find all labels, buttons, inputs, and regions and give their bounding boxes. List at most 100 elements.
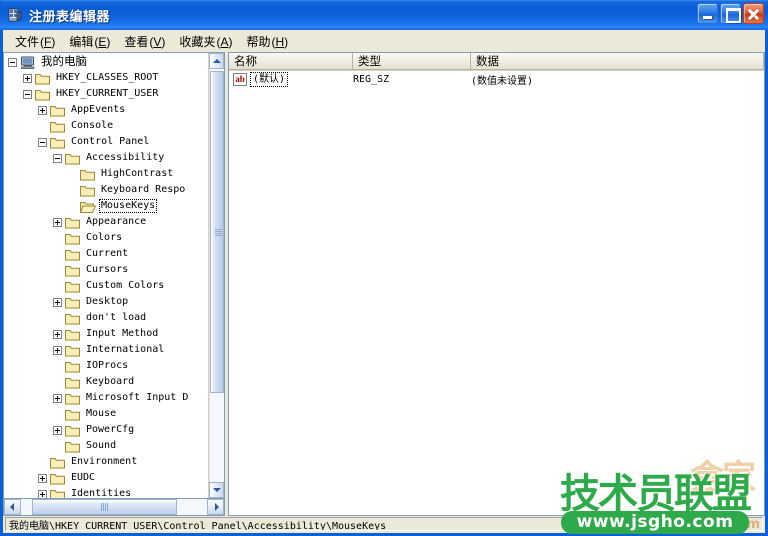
registry-editor-window: 注册表编辑器 文件(F) 编辑(E) 查看(V) 收藏夹(A) 帮助(H) 我的… (0, 0, 768, 536)
close-button[interactable] (743, 3, 764, 24)
vertical-scroll-track[interactable] (209, 69, 224, 482)
table-row[interactable]: ab (默认) REG_SZ (数值未设置) (229, 71, 764, 88)
tree-node-label: Appearance (86, 216, 147, 227)
scroll-up-button[interactable] (209, 53, 224, 69)
tree-viewport[interactable]: 我的电脑 HKEY_CLASSES_ROOT HKEY_CURRENT_USER Ap… (4, 53, 208, 498)
column-header-data[interactable]: 数据 (471, 53, 764, 70)
tree-node-label: Current (86, 248, 129, 259)
tree-node-label: Identities (71, 488, 132, 498)
column-header-type[interactable]: 类型 (353, 53, 471, 70)
horizontal-scroll-track[interactable] (21, 499, 207, 515)
tree-node-label: Cursors (86, 264, 129, 275)
tree-node-keyboard-respo[interactable]: Keyboard Respo (4, 182, 208, 198)
tree-vertical-scrollbar[interactable] (208, 53, 224, 498)
client-area: 我的电脑 HKEY_CLASSES_ROOT HKEY_CURRENT_USER Ap… (0, 52, 768, 516)
tree-node-custom-colors[interactable]: Custom Colors (4, 278, 208, 294)
tree-node-current[interactable]: Current (4, 246, 208, 262)
tree-node-highcontrast[interactable]: HighContrast (4, 166, 208, 182)
column-header-data-label: 数据 (476, 56, 499, 68)
maximize-button[interactable] (720, 3, 741, 24)
status-bar: 我的电脑\HKEY_CURRENT_USER\Control Panel\Acc… (0, 516, 768, 536)
computer-icon (20, 56, 36, 69)
tree-node-cursors[interactable]: Cursors (4, 262, 208, 278)
tree-node-hkey-classes-root[interactable]: HKEY_CLASSES_ROOT (4, 70, 208, 86)
expand-node-icon[interactable] (53, 297, 62, 307)
tree-horizontal-scrollbar[interactable] (3, 499, 225, 516)
tree-node-appevents[interactable]: AppEvents (4, 102, 208, 118)
folder-icon (65, 264, 81, 277)
collapse-node-icon[interactable] (53, 153, 62, 163)
tree-node-sound[interactable]: Sound (4, 438, 208, 454)
status-path-text: 我的电脑\HKEY_CURRENT_USER\Control Panel\Acc… (5, 517, 763, 531)
folder-icon (65, 360, 81, 373)
tree-node-eudc[interactable]: EUDC (4, 470, 208, 486)
tree-node-don-t-load[interactable]: don't load (4, 310, 208, 326)
scroll-left-button[interactable] (4, 499, 21, 515)
expand-node-icon[interactable] (53, 393, 62, 403)
tree-node-label: Mouse (86, 408, 117, 419)
expand-node-icon[interactable] (38, 105, 47, 115)
tree-node-environment[interactable]: Environment (4, 454, 208, 470)
minimize-button[interactable] (697, 3, 718, 24)
expand-node-icon[interactable] (53, 425, 62, 435)
scroll-right-button[interactable] (207, 499, 224, 515)
folder-icon (65, 408, 81, 421)
tree-node-console[interactable]: Console (4, 118, 208, 134)
collapse-node-icon[interactable] (23, 89, 32, 99)
expand-node-icon[interactable] (23, 73, 32, 83)
column-header-type-label: 类型 (358, 56, 381, 68)
tree-node-keyboard[interactable]: Keyboard (4, 374, 208, 390)
folder-icon (50, 472, 66, 485)
tree-node-ioprocs[interactable]: IOProcs (4, 358, 208, 374)
expand-node-icon[interactable] (38, 473, 47, 483)
expand-node-icon[interactable] (53, 217, 62, 227)
expand-node-icon[interactable] (53, 329, 62, 339)
values-list[interactable]: ab (默认) REG_SZ (数值未设置) (229, 71, 764, 515)
tree-node-label: Console (71, 120, 114, 131)
menu-item-help[interactable]: 帮助(H) (240, 31, 296, 52)
column-header-name[interactable]: 名称 (229, 53, 353, 70)
tree-node-[interactable]: 我的电脑 (4, 54, 208, 70)
tree-node-control-panel[interactable]: Control Panel (4, 134, 208, 150)
chevron-down-icon (212, 488, 221, 492)
tree-node-desktop[interactable]: Desktop (4, 294, 208, 310)
expand-node-icon[interactable] (38, 489, 47, 498)
tree-node-international[interactable]: International (4, 342, 208, 358)
tree-node-colors[interactable]: Colors (4, 230, 208, 246)
collapse-node-icon[interactable] (8, 57, 17, 67)
tree-node-accessibility[interactable]: Accessibility (4, 150, 208, 166)
menu-item-edit[interactable]: 编辑(E) (63, 31, 118, 52)
folder-icon (65, 232, 81, 245)
tree-node-hkey-current-user[interactable]: HKEY_CURRENT_USER (4, 86, 208, 102)
tree-node-microsoft-input-d[interactable]: Microsoft Input D (4, 390, 208, 406)
collapse-node-icon[interactable] (38, 137, 47, 147)
vertical-scroll-thumb[interactable] (210, 71, 224, 393)
folder-icon (65, 344, 81, 357)
menu-item-view[interactable]: 查看(V) (118, 31, 173, 52)
tree-node-identities[interactable]: Identities (4, 486, 208, 498)
tree-node-label: AppEvents (71, 104, 126, 115)
tree-node-mouse[interactable]: Mouse (4, 406, 208, 422)
tree-node-label: Keyboard Respo (101, 184, 186, 195)
tree-node-label: Accessibility (86, 152, 165, 163)
tree-node-appearance[interactable]: Appearance (4, 214, 208, 230)
tree-node-mousekeys[interactable]: MouseKeys (4, 198, 208, 214)
tree-node-powercfg[interactable]: PowerCfg (4, 422, 208, 438)
menu-item-favorites[interactable]: 收藏夹(A) (173, 31, 240, 52)
folder-icon (65, 248, 81, 261)
tree-frame: 我的电脑 HKEY_CLASSES_ROOT HKEY_CURRENT_USER Ap… (3, 52, 225, 499)
expand-node-icon[interactable] (53, 345, 62, 355)
horizontal-scroll-thumb[interactable] (32, 499, 178, 515)
menu-item-file[interactable]: 文件(F) (9, 31, 63, 52)
scroll-down-button[interactable] (209, 482, 224, 498)
title-bar[interactable]: 注册表编辑器 (0, 0, 768, 30)
tree-node-input-method[interactable]: Input Method (4, 326, 208, 342)
